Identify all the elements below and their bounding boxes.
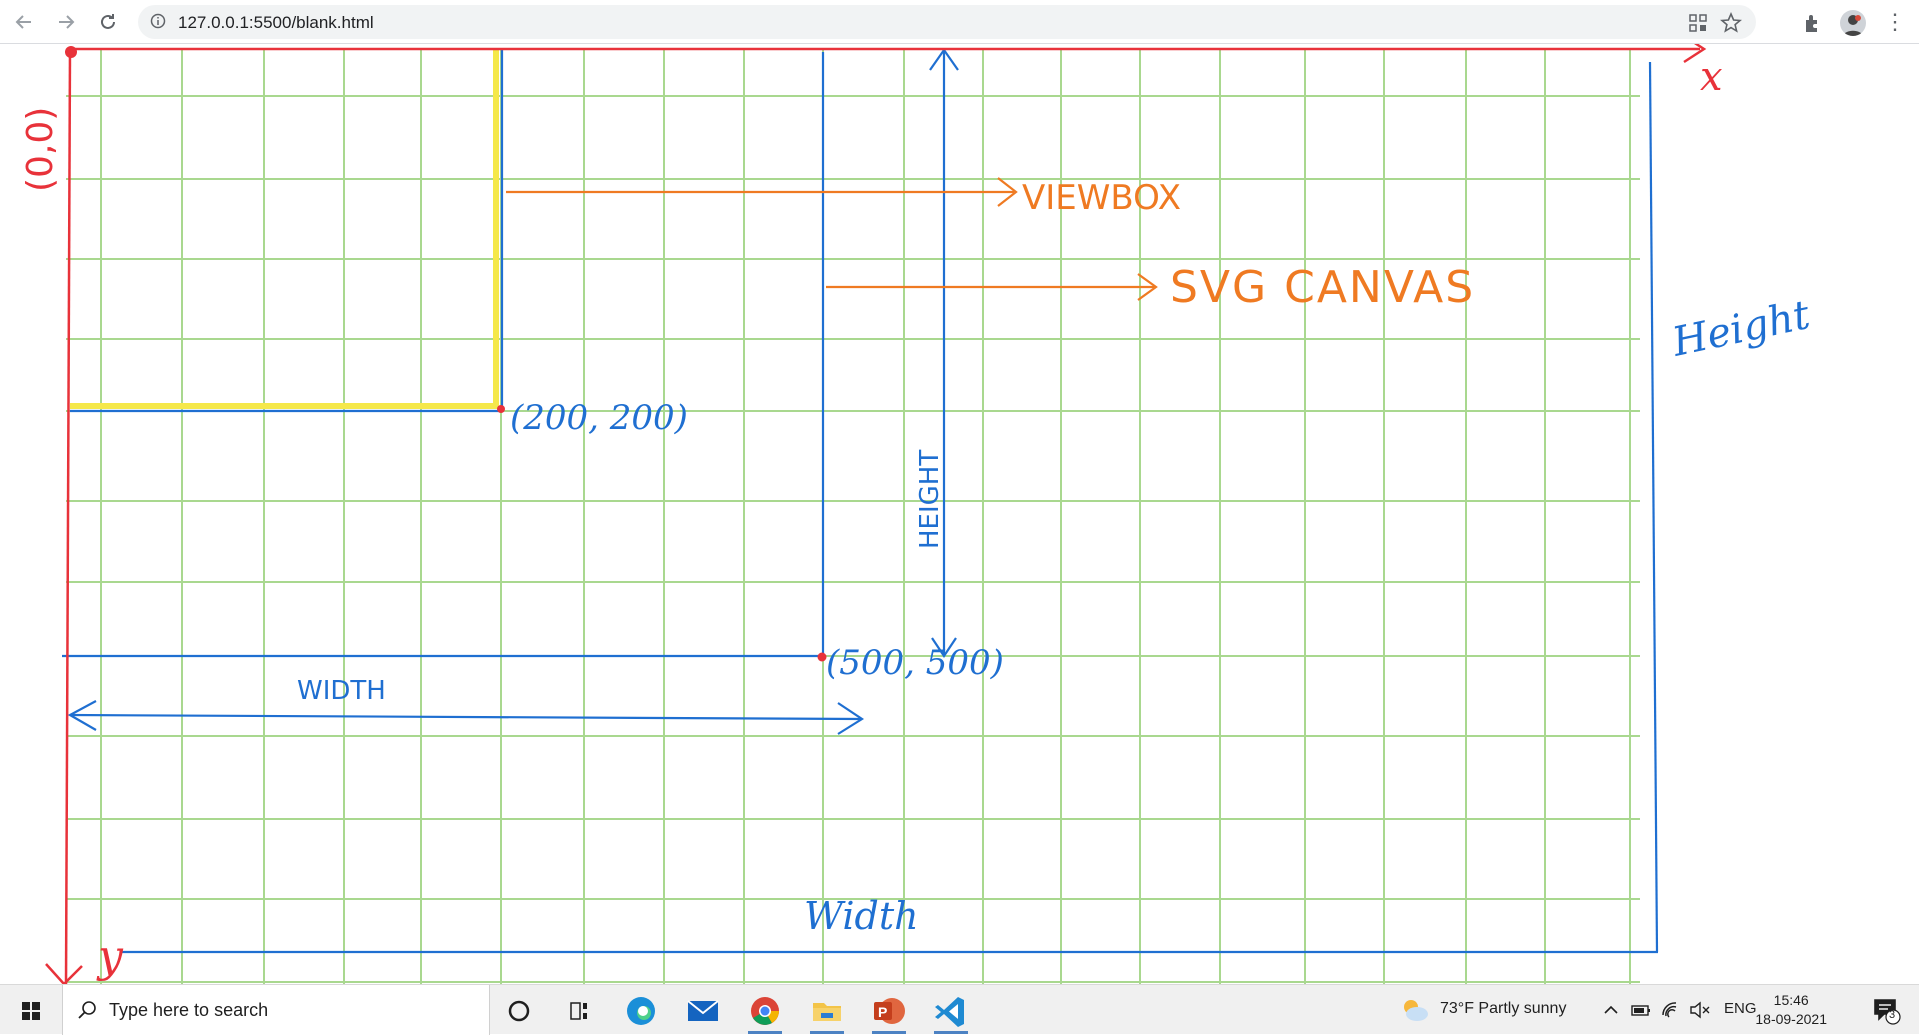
vscode-icon[interactable] xyxy=(928,991,974,1034)
profile-avatar[interactable] xyxy=(1840,10,1866,36)
file-explorer-icon[interactable] xyxy=(804,991,850,1034)
windows-taskbar: Type here to search P 73°F Partly sunny … xyxy=(0,984,1919,1035)
viewbox-label: VIEWBOX xyxy=(1022,178,1181,218)
viewbox-highlight xyxy=(70,48,499,409)
height-inner-label: HEIGHT xyxy=(915,450,945,549)
origin-label: (0,0) xyxy=(20,107,61,192)
svg-text:P: P xyxy=(878,1004,887,1020)
mail-icon[interactable] xyxy=(680,991,726,1031)
clock-date: 18-09-2021 xyxy=(1755,1011,1827,1027)
viewbox-rect xyxy=(70,48,504,413)
taskbar-search-box[interactable]: Type here to search xyxy=(62,985,490,1035)
point-500-label: (500, 500) xyxy=(826,643,1004,683)
width-outer-label: Width xyxy=(804,894,919,938)
svg-canvas-rect xyxy=(62,52,825,658)
site-info-icon[interactable] xyxy=(150,13,166,29)
search-icon xyxy=(78,1001,96,1019)
system-clock[interactable]: 15:46 18-09-2021 xyxy=(1755,991,1827,1029)
task-view-icon[interactable] xyxy=(556,991,602,1031)
powerpoint-icon[interactable]: P xyxy=(866,991,912,1034)
menu-dots-icon[interactable]: ⋮ xyxy=(1882,10,1908,36)
battery-icon[interactable] xyxy=(1630,1001,1652,1019)
language-indicator[interactable]: ENG xyxy=(1724,1000,1757,1017)
volume-muted-icon[interactable] xyxy=(1688,1000,1712,1020)
whiteboard-drawing: (0,0) x y (200, 200) (500, 500) VIEWBOX … xyxy=(20,34,1815,986)
svg-canvas-pointer-arrow xyxy=(826,273,1158,301)
notification-badge: 3 xyxy=(1889,1009,1896,1021)
x-axis xyxy=(70,34,1707,64)
width-inner-label: WIDTH xyxy=(297,676,386,706)
qr-code-icon[interactable] xyxy=(1688,13,1708,33)
back-arrow-icon[interactable] xyxy=(12,10,36,34)
reload-icon[interactable] xyxy=(96,10,120,34)
y-axis-label: y xyxy=(96,931,124,982)
url-text[interactable]: 127.0.0.1:5500/blank.html xyxy=(178,13,374,33)
wifi-icon[interactable] xyxy=(1660,999,1682,1019)
chrome-icon[interactable] xyxy=(742,991,788,1034)
origin-dot xyxy=(65,46,77,58)
clock-time: 15:46 xyxy=(1773,992,1809,1008)
bookmark-star-icon[interactable] xyxy=(1720,12,1742,34)
notification-center-icon[interactable]: 3 xyxy=(1871,995,1901,1025)
drawing-canvas: (0,0) x y (200, 200) (500, 500) VIEWBOX … xyxy=(0,34,1919,986)
windows-start-icon[interactable] xyxy=(8,991,54,1031)
browser-toolbar: 127.0.0.1:5500/blank.html ⋮ xyxy=(0,0,1919,44)
point-200-dot xyxy=(497,405,505,413)
x-axis-label: x xyxy=(1700,54,1723,100)
address-bar[interactable]: 127.0.0.1:5500/blank.html xyxy=(138,5,1756,39)
search-placeholder[interactable]: Type here to search xyxy=(109,1000,268,1021)
partly-sunny-icon[interactable] xyxy=(1400,997,1430,1023)
edge-browser-icon[interactable] xyxy=(618,991,664,1031)
chevron-up-icon[interactable] xyxy=(1602,1001,1620,1019)
height-outer-label: Height xyxy=(1668,292,1815,366)
page-height-line xyxy=(1648,61,1659,953)
weather-text[interactable]: 73°F Partly sunny xyxy=(1440,1000,1566,1018)
extensions-icon[interactable] xyxy=(1800,10,1826,36)
forward-arrow-icon[interactable] xyxy=(54,10,78,34)
cortana-icon[interactable] xyxy=(496,991,542,1031)
height-arrow xyxy=(929,48,959,658)
point-200-label: (200, 200) xyxy=(510,398,688,438)
viewbox-pointer-arrow xyxy=(506,177,1018,207)
svg-canvas-label: SVG CANVAS xyxy=(1170,262,1475,313)
grid-lines xyxy=(66,48,1640,984)
